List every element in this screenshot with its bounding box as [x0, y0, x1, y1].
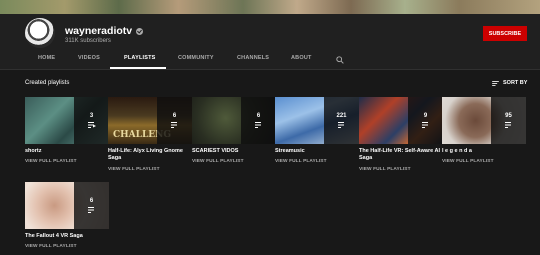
playlist-title[interactable]: Streamusic: [275, 148, 359, 155]
playlist-card[interactable]: 6 SCARIEST VIDOS VIEW FULL PLAYLIST: [192, 97, 276, 167]
tab-community[interactable]: COMMUNITY: [178, 55, 214, 61]
playlist-title[interactable]: SCARIEST VIDOS: [192, 148, 276, 155]
video-count: 9: [423, 113, 428, 119]
playlist-icon: [87, 207, 94, 213]
playlist-icon: [254, 122, 261, 128]
playlist-count-overlay: 6: [74, 182, 109, 229]
video-count: 3: [89, 113, 94, 119]
tab-about[interactable]: ABOUT: [291, 55, 312, 61]
playlist-count-overlay: 6: [241, 97, 276, 144]
video-count: 6: [256, 113, 261, 119]
playlist-card[interactable]: 9 The Half-Life VR: Self-Aware AI Saga V…: [359, 97, 443, 177]
section-title: Created playlists: [25, 80, 70, 86]
playlist-card[interactable]: 221 Streamusic VIEW FULL PLAYLIST: [275, 97, 359, 167]
search-icon[interactable]: [336, 56, 344, 64]
view-full-playlist-link[interactable]: VIEW FULL PLAYLIST: [25, 159, 77, 164]
verified-icon: [136, 27, 144, 35]
view-full-playlist-link[interactable]: VIEW FULL PLAYLIST: [359, 167, 411, 172]
playlist-count-overlay: 9: [408, 97, 443, 144]
sort-label: SORT BY: [503, 80, 528, 86]
playlist-card[interactable]: 95 l e g e n d a VIEW FULL PLAYLIST: [442, 97, 526, 167]
playlist-count-overlay: 95: [491, 97, 526, 144]
playlist-count-overlay: 221: [324, 97, 359, 144]
playlist-title[interactable]: The Fallout 4 VR Saga: [25, 233, 109, 240]
playlist-card[interactable]: CHALLENG 6 Half-Life: Alyx Living Gnome …: [108, 97, 192, 177]
tab-playlists[interactable]: PLAYLISTS: [124, 55, 156, 61]
subscribe-button[interactable]: SUBSCRIBE: [483, 26, 527, 41]
view-full-playlist-link[interactable]: VIEW FULL PLAYLIST: [275, 159, 327, 164]
tab-channels[interactable]: CHANNELS: [237, 55, 269, 61]
playlist-card[interactable]: 3 shortz VIEW FULL PLAYLIST: [25, 97, 109, 167]
channel-banner: [0, 0, 540, 14]
playlist-title[interactable]: shortz: [25, 148, 109, 155]
playlist-count-overlay: 6: [157, 97, 192, 144]
channel-name-text: wayneradiotv: [65, 25, 133, 37]
playlist-icon: [337, 122, 344, 128]
avatar[interactable]: [25, 18, 55, 48]
view-full-playlist-link[interactable]: VIEW FULL PLAYLIST: [192, 159, 244, 164]
view-full-playlist-link[interactable]: VIEW FULL PLAYLIST: [25, 244, 77, 249]
playlist-icon: [170, 122, 177, 128]
video-count: 6: [172, 113, 177, 119]
sort-icon: [492, 80, 499, 86]
tab-videos[interactable]: VIDEOS: [78, 55, 100, 61]
playlist-icon: [421, 122, 428, 128]
playlist-title[interactable]: Half-Life: Alyx Living Gnome Saga: [108, 148, 192, 162]
playlist-icon: [87, 122, 96, 128]
active-tab-indicator: [110, 67, 166, 69]
video-count: 6: [89, 198, 94, 204]
playlist-card[interactable]: 6 The Fallout 4 VR Saga VIEW FULL PLAYLI…: [25, 182, 109, 252]
channel-name: wayneradiotv: [65, 25, 144, 37]
channel-tabs: HOME VIDEOS PLAYLISTS COMMUNITY CHANNELS…: [0, 50, 540, 70]
playlist-title[interactable]: l e g e n d a: [442, 148, 526, 155]
tab-home[interactable]: HOME: [38, 55, 55, 61]
playlist-count-overlay: 3: [74, 97, 109, 144]
video-count: 95: [505, 113, 512, 119]
playlist-icon: [504, 122, 511, 128]
view-full-playlist-link[interactable]: VIEW FULL PLAYLIST: [442, 159, 494, 164]
subscriber-count: 311K subscribers: [65, 38, 111, 44]
view-full-playlist-link[interactable]: VIEW FULL PLAYLIST: [108, 167, 160, 172]
video-count: 221: [336, 113, 347, 119]
sort-by-button[interactable]: SORT BY: [492, 80, 527, 86]
playlist-title[interactable]: The Half-Life VR: Self-Aware AI Saga: [359, 148, 443, 162]
